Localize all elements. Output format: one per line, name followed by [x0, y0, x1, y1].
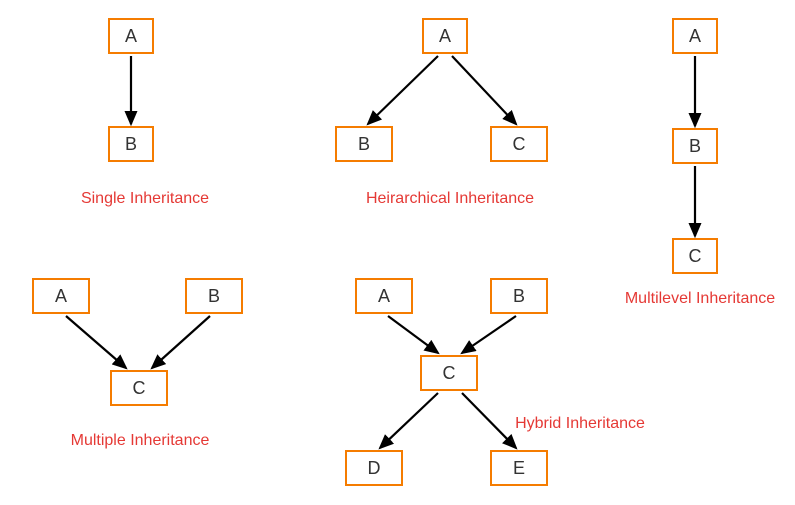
multiple-node-a: A — [32, 278, 90, 314]
hybrid-node-c: C — [420, 355, 478, 391]
hierarchical-title: Heirarchical Inheritance — [345, 190, 555, 208]
hierarchical-node-a: A — [422, 18, 468, 54]
single-node-b: B — [108, 126, 154, 162]
hybrid-node-d: D — [345, 450, 403, 486]
multilevel-title: Multilevel Inheritance — [610, 290, 790, 308]
hybrid-arrow-a-c — [388, 316, 438, 353]
multilevel-node-a: A — [672, 18, 718, 54]
hybrid-arrow-b-c — [462, 316, 516, 353]
single-node-a: A — [108, 18, 154, 54]
multiple-arrow-a-c — [66, 316, 126, 368]
hybrid-node-b: B — [490, 278, 548, 314]
single-title: Single Inheritance — [60, 190, 230, 208]
hybrid-arrow-c-d — [380, 393, 438, 448]
hybrid-node-e: E — [490, 450, 548, 486]
hierarchical-node-c: C — [490, 126, 548, 162]
hybrid-title: Hybrid Inheritance — [495, 415, 665, 433]
hierarchical-arrow-a-c — [452, 56, 516, 124]
multiple-node-b: B — [185, 278, 243, 314]
multiple-arrow-b-c — [152, 316, 210, 368]
multiple-node-c: C — [110, 370, 168, 406]
hierarchical-node-b: B — [335, 126, 393, 162]
multilevel-node-c: C — [672, 238, 718, 274]
hybrid-node-a: A — [355, 278, 413, 314]
multiple-title: Multiple Inheritance — [45, 432, 235, 450]
hierarchical-arrow-a-b — [368, 56, 438, 124]
multilevel-node-b: B — [672, 128, 718, 164]
